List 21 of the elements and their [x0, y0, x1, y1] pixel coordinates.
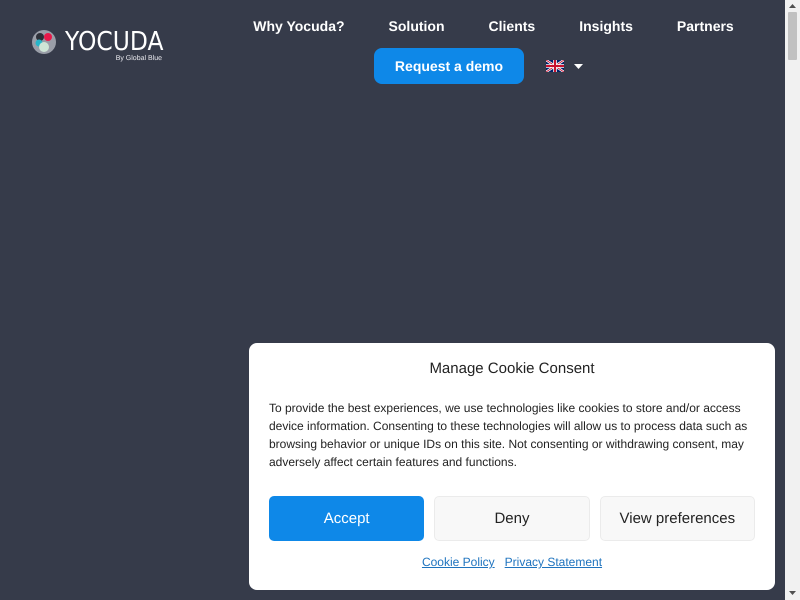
nav-link[interactable]: Clients [466, 14, 558, 38]
request-demo-button[interactable]: Request a demo [374, 48, 524, 84]
dialog-button[interactable]: Deny [434, 496, 590, 541]
dialog-text: To provide the best experiences, we use technologies like cookies to store and/or access device information. Consenting to these technologies will allow us to process data such as browsing behavior or unique IDs on this site. Not consenting or withdrawing consent, may adversely affect certain features and functions. [269, 400, 748, 471]
scrollbar[interactable] [785, 0, 800, 600]
dialog-button[interactable]: View preferences [600, 496, 755, 541]
accept-button[interactable]: Accept [269, 496, 424, 541]
scroll-down-icon[interactable] [789, 591, 796, 595]
logo-wordmark[interactable]: YOCUDA [64, 28, 164, 56]
logo-icon [30, 29, 57, 55]
policy-link[interactable]: Privacy Statement [504, 555, 602, 569]
uk-flag-icon[interactable] [546, 60, 564, 72]
scroll-up-icon[interactable] [789, 4, 796, 8]
nav-link[interactable]: Solution [366, 14, 467, 38]
policy-link[interactable]: Cookie Policy [422, 555, 495, 569]
nav-link[interactable]: Insights [557, 14, 655, 38]
nav-link[interactable]: Why Yocuda? [231, 14, 367, 38]
nav-link[interactable]: Partners [654, 14, 756, 38]
scrollbar-thumb[interactable] [788, 12, 797, 60]
caret-icon[interactable] [574, 64, 583, 68]
dialog-title: Manage Cookie Consent [428, 360, 596, 377]
